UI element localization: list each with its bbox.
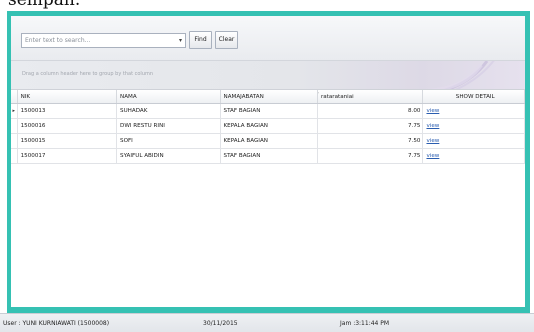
cell-nik[interactable]: 1500013 — [17, 103, 118, 119]
table-row[interactable]: 1500016 DWI RESTU RINI KEPALA BAGIAN 7.7… — [11, 118, 525, 134]
column-header-ratarata[interactable]: ▾ratarataniai — [317, 90, 424, 104]
cell-nama[interactable]: SUHADAK — [116, 103, 221, 119]
table-row[interactable]: ▸ 1500013 SUHADAK STAF BAGIAN 8.00 view — [11, 103, 525, 119]
clear-button[interactable]: Clear — [215, 31, 238, 49]
page: sempan. Enter text to search... ▾ Find C… — [0, 0, 534, 332]
status-time: Jam :3:11:44 PM — [340, 320, 390, 327]
column-header-show-detail[interactable]: SHOW DETAIL — [422, 90, 525, 104]
cell-detail: view — [422, 118, 525, 134]
view-link[interactable]: view — [426, 138, 439, 144]
column-header-nama[interactable]: NAMA — [116, 90, 221, 104]
view-link[interactable]: view — [426, 108, 439, 114]
search-input[interactable]: Enter text to search... ▾ — [21, 33, 186, 48]
view-link[interactable]: view — [426, 153, 439, 159]
group-panel[interactable]: Drag a column header here to group by th… — [11, 61, 525, 90]
cell-jabatan[interactable]: STAF BAGIAN — [220, 103, 318, 119]
decorative-swoosh — [425, 61, 495, 89]
group-panel-hint: Drag a column header here to group by th… — [22, 71, 154, 77]
document-text-fragment: sempan. — [8, 0, 81, 10]
app-window: Enter text to search... ▾ Find Clear Dra… — [11, 16, 525, 307]
table-row[interactable]: 1500015 SOFI KEPALA BAGIAN 7.50 view — [11, 133, 525, 149]
cell-detail: view — [422, 103, 525, 119]
search-toolbar: Enter text to search... ▾ Find Clear — [11, 16, 525, 61]
cell-detail: view — [422, 148, 525, 164]
table-row[interactable]: 1500017 SYAIFUL ABIDIN STAF BAGIAN 7.75 … — [11, 148, 525, 164]
grid-header-row: NIK NAMA NAMAJABATAN ▾ratarataniai SHOW … — [11, 90, 525, 104]
cell-rata[interactable]: 7.75 — [317, 118, 424, 134]
cell-nama[interactable]: SOFI — [116, 133, 221, 149]
cell-jabatan[interactable]: KEPALA BAGIAN — [220, 118, 318, 134]
cell-rata[interactable]: 8.00 — [317, 103, 424, 119]
cell-nama[interactable]: DWI RESTU RINI — [116, 118, 221, 134]
cell-rata[interactable]: 7.50 — [317, 133, 424, 149]
column-header-ratarata-label: ratarataniai — [320, 93, 354, 100]
data-grid: NIK NAMA NAMAJABATAN ▾ratarataniai SHOW … — [11, 90, 525, 164]
cell-jabatan[interactable]: KEPALA BAGIAN — [220, 133, 318, 149]
cell-nama[interactable]: SYAIFUL ABIDIN — [116, 148, 221, 164]
cell-nik[interactable]: 1500015 — [17, 133, 118, 149]
app-window-frame: Enter text to search... ▾ Find Clear Dra… — [7, 11, 530, 313]
status-bar: User : YUNI KURNIAWATI (1500008) 30/11/2… — [0, 313, 534, 332]
column-header-nik[interactable]: NIK — [17, 90, 118, 104]
cell-jabatan[interactable]: STAF BAGIAN — [220, 148, 318, 164]
column-header-namajabatan[interactable]: NAMAJABATAN — [220, 90, 318, 104]
cell-nik[interactable]: 1500016 — [17, 118, 118, 134]
view-link[interactable]: view — [426, 123, 439, 129]
status-date: 30/11/2015 — [203, 320, 238, 327]
cell-rata[interactable]: 7.75 — [317, 148, 424, 164]
chevron-down-icon[interactable]: ▾ — [179, 34, 182, 47]
status-user: User : YUNI KURNIAWATI (1500008) — [3, 320, 110, 327]
search-placeholder: Enter text to search... — [25, 37, 91, 44]
cell-nik[interactable]: 1500017 — [17, 148, 118, 164]
sort-icon: ▾ — [317, 91, 318, 97]
cell-detail: view — [422, 133, 525, 149]
find-button[interactable]: Find — [189, 31, 212, 49]
